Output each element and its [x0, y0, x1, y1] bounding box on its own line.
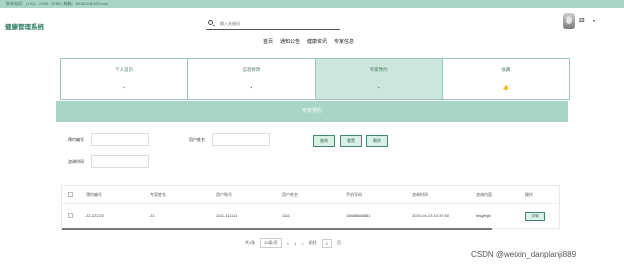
card-label: 个人首页	[115, 67, 134, 72]
header-consult-content: 咨询内容	[476, 192, 492, 197]
horizontal-scrollbar[interactable]	[62, 228, 492, 230]
page-suffix: 页	[336, 240, 341, 245]
search-icon[interactable]	[208, 20, 213, 25]
appointment-no-input[interactable]	[91, 133, 149, 146]
cell-expert-name: 22	[150, 213, 155, 218]
consult-time-input[interactable]	[91, 155, 149, 168]
filter-label-user-name: 用户姓名	[189, 137, 205, 142]
search-bar[interactable]	[206, 17, 340, 30]
goto-label: 前往	[308, 240, 317, 245]
nav-item-experts[interactable]: 专家信息	[334, 38, 354, 45]
table-header: 预约编号 专家姓名 用户账号 用户姓名 手机号码 咨询时间 咨询内容 操作	[62, 186, 559, 204]
site-brand[interactable]: 健康管理系统	[5, 21, 44, 31]
delete-button[interactable]: 删除	[366, 135, 388, 147]
card-label: 专家预约	[369, 67, 388, 72]
header-actions: 操作	[525, 192, 533, 197]
page-number-current[interactable]: 1	[294, 241, 296, 246]
watermark: CSDN @weixin_danpianji889	[471, 250, 577, 259]
header-user-account: 用户账号	[216, 192, 232, 197]
card-profile-edit[interactable]: 信息修改 ▪	[188, 59, 316, 99]
cell-consult-content: fdsgfhjkl	[476, 213, 491, 218]
avatar[interactable]	[563, 13, 575, 29]
card-label: 信息修改	[242, 67, 261, 72]
user-name-input[interactable]	[212, 133, 270, 146]
main-nav: 首页 通知公告 健康资讯 专家信息	[263, 38, 354, 45]
filter-label-consult-time: 咨询时间	[68, 159, 84, 164]
row-checkbox[interactable]	[68, 213, 73, 218]
cell-consult-time: 2024-04-23 10:37:00	[412, 213, 450, 218]
nav-item-home[interactable]: 首页	[263, 38, 273, 45]
pagination-total: 共1条	[245, 240, 256, 245]
section-title: 专家预约	[56, 101, 568, 122]
cell-phone: 18888888881	[346, 213, 371, 218]
chevron-down-icon[interactable]: ▾	[593, 18, 595, 23]
search-button[interactable]: 查询	[313, 135, 335, 147]
cell-appointment-no: 22-2222/2	[86, 213, 105, 218]
select-all-checkbox[interactable]	[68, 192, 73, 197]
detail-button[interactable]: 详情	[525, 212, 545, 221]
pagination: 共1条 10条/页 < 1 > 前往 1 页	[245, 238, 341, 248]
edit-icon: ▪	[250, 85, 253, 91]
header-appointment-no: 预约编号	[86, 192, 102, 197]
table-row: 22-2222/2 22 1111-111111 1111 1888888888…	[62, 204, 559, 228]
home-icon: ▪	[123, 85, 126, 91]
prev-page-button[interactable]: <	[287, 241, 289, 246]
card-label: 收藏	[501, 67, 511, 72]
header-user-name: 用户姓名	[282, 192, 298, 197]
reset-button[interactable]: 重置	[340, 135, 362, 147]
header-expert-name: 专家姓名	[150, 192, 166, 197]
contact-info: 联系电话：(+01) - 2345 - 6789 | 邮箱：801602@163…	[6, 1, 109, 6]
search-input[interactable]	[220, 19, 330, 27]
top-contact-bar: 联系电话：(+01) - 2345 - 6789 | 邮箱：801602@163…	[0, 0, 624, 8]
cell-user-account: 1111-111111	[216, 213, 238, 218]
page-size-select[interactable]: 10条/页	[260, 238, 282, 248]
thumb-up-icon: 👍	[502, 85, 509, 91]
username[interactable]: 22	[579, 18, 585, 24]
nav-item-notices[interactable]: 通知公告	[280, 38, 300, 45]
nav-item-health-news[interactable]: 健康资讯	[307, 38, 327, 45]
appointment-table: 预约编号 专家姓名 用户账号 用户姓名 手机号码 咨询时间 咨询内容 操作 22…	[61, 185, 560, 229]
goto-page-input[interactable]: 1	[321, 238, 332, 248]
card-favorites[interactable]: 收藏 👍	[442, 59, 569, 99]
card-personal-home[interactable]: 个人首页 ▪	[61, 59, 189, 99]
header-phone: 手机号码	[346, 192, 362, 197]
calendar-icon: ▪	[377, 85, 380, 91]
cell-user-name: 1111	[282, 213, 291, 218]
card-expert-appointment[interactable]: 专家预约 ▪	[315, 59, 443, 99]
user-center-cards: 个人首页 ▪ 信息修改 ▪ 专家预约 ▪ 收藏 👍	[60, 58, 570, 100]
next-page-button[interactable]: >	[301, 241, 303, 246]
header-consult-time: 咨询时间	[412, 192, 428, 197]
filter-label-appointment-no: 预约编号	[68, 137, 84, 142]
